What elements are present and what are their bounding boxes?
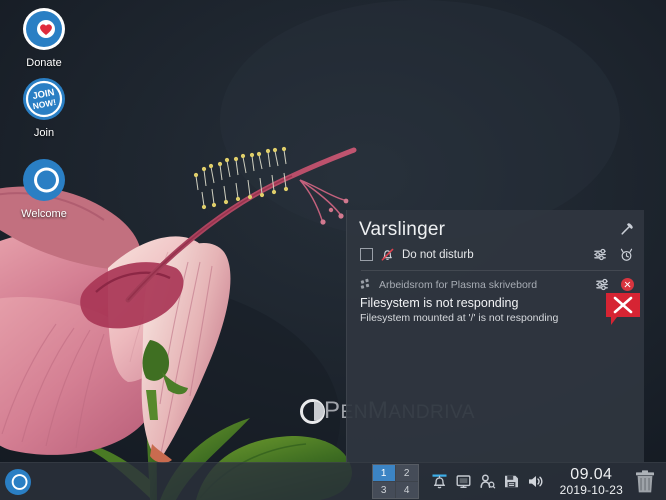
notification-group-header[interactable]: Arbeidsrom for Plasma skrivebord	[347, 271, 644, 292]
notifications-header-actions	[593, 247, 634, 262]
trash-icon[interactable]	[633, 469, 657, 495]
notification-summary: Filesystem is not responding	[360, 296, 519, 310]
notifications-panel[interactable]: Varslinger Do not disturb Arbeidsrom for…	[346, 210, 644, 462]
pager-desktop-4[interactable]: 4	[395, 482, 418, 498]
desktop-icon-welcome[interactable]: Welcome	[6, 157, 82, 220]
pin-icon[interactable]	[619, 221, 635, 237]
pager-desktop-3[interactable]: 3	[372, 482, 395, 498]
pager-desktop-1[interactable]: 1	[372, 465, 395, 481]
virtual-desktop-pager[interactable]: 1 2 3 4	[371, 464, 419, 499]
pager-desktop-2[interactable]: 2	[395, 465, 418, 481]
system-tray	[431, 473, 544, 490]
notification-body: Filesystem mounted at '/' is not respond…	[360, 312, 559, 324]
plasma-workspace-icon	[360, 278, 373, 291]
bell-off-icon	[380, 247, 395, 262]
user-icon[interactable]	[479, 473, 496, 490]
error-speech-bubble-icon	[604, 292, 642, 326]
notifications-panel-header: Varslinger	[347, 210, 644, 244]
openmandriva-heart-icon	[21, 6, 67, 52]
clock-date: 2019-10-23	[559, 482, 623, 497]
bell-icon[interactable]	[431, 473, 448, 490]
do-not-disturb-label: Do not disturb	[402, 248, 474, 261]
notification-item[interactable]: Filesystem is not responding Filesystem …	[347, 292, 644, 326]
desktop-icon-label: Join	[33, 127, 55, 139]
openmandriva-welcome-icon	[21, 157, 67, 203]
page-title: Varslinger	[359, 219, 446, 240]
clock-time: 09.04	[570, 466, 613, 484]
desktop-icon-label: Welcome	[21, 208, 67, 220]
notification-group-label: Arbeidsrom for Plasma skrivebord	[379, 278, 538, 291]
sliders-icon[interactable]	[593, 247, 608, 262]
desktop[interactable]: PENMANDRIVA Donate JOIN NOW! Join	[0, 0, 666, 500]
taskbar[interactable]: 1 2 3 4 09.04 2019-10-23	[0, 462, 666, 500]
join-now-icon: JOIN NOW!	[21, 76, 67, 122]
do-not-disturb-row[interactable]: Do not disturb	[347, 244, 644, 262]
removable-device-icon[interactable]	[503, 473, 520, 490]
do-not-disturb-checkbox[interactable]	[360, 248, 373, 261]
desktop-icon-label: Donate	[26, 57, 62, 69]
speaker-icon[interactable]	[527, 473, 544, 490]
application-launcher[interactable]	[3, 467, 33, 497]
digital-clock[interactable]: 09.04 2019-10-23	[559, 466, 623, 497]
notification-group-actions	[595, 277, 634, 292]
desktop-icon-join[interactable]: JOIN NOW! Join	[6, 76, 82, 139]
desktop-icon-donate[interactable]: Donate	[6, 6, 82, 69]
clipboard-icon[interactable]	[455, 473, 472, 490]
group-sliders-icon[interactable]	[595, 277, 610, 292]
clock-history-icon[interactable]	[619, 247, 634, 262]
close-circle-icon[interactable]	[621, 278, 634, 291]
